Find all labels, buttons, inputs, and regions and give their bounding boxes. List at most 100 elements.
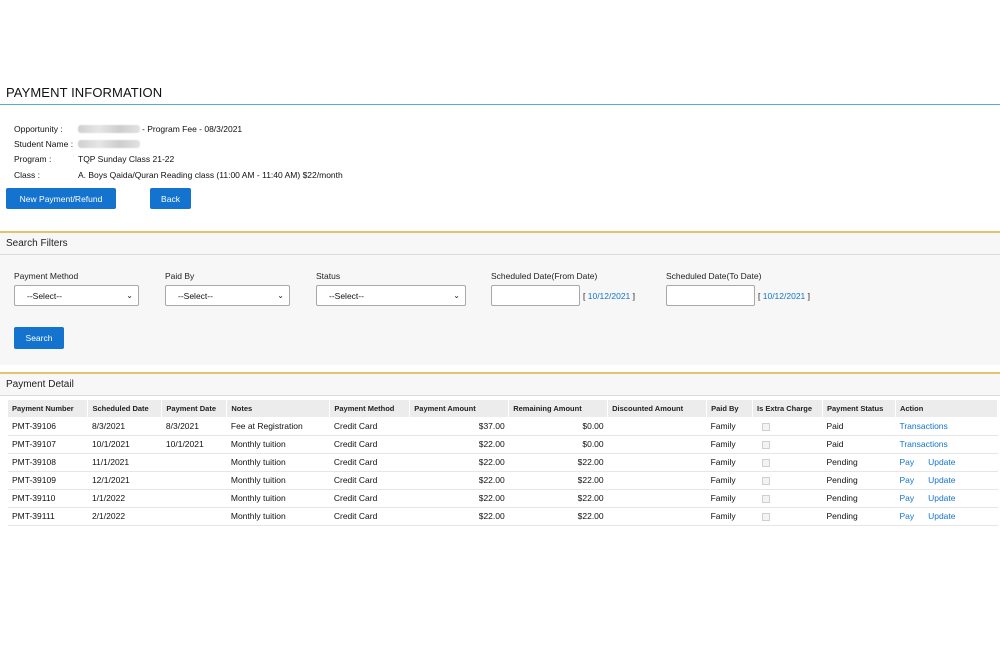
paid-by-select[interactable]: --Select-- ⌄ (165, 285, 290, 306)
redacted-text (78, 139, 140, 148)
paid-by-filter: Paid By --Select-- ⌄ (165, 271, 290, 306)
extra-charge-cell (752, 453, 823, 472)
table-row: PMT-39106 8/3/2021 8/3/2021 Fee at Registra… (8, 417, 998, 436)
column-header: Action (895, 400, 999, 417)
payment-number-cell: PMT-39110 (8, 489, 88, 508)
status-select[interactable]: --Select-- ⌄ (316, 285, 466, 306)
paid-by-cell: Family (706, 507, 753, 526)
to-date-input[interactable] (666, 285, 755, 306)
scheduled-date-cell: 11/1/2021 (87, 453, 162, 472)
payment-method-cell: Credit Card (329, 453, 410, 472)
notes-cell: Monthly tuition (226, 435, 330, 454)
column-header[interactable]: Payment Status (822, 400, 896, 417)
notes-cell: Fee at Registration (226, 417, 330, 436)
redacted-text (78, 124, 140, 133)
payment-date-cell: 8/3/2021 (161, 417, 227, 436)
paid-by-selected: --Select-- (178, 290, 213, 301)
class-label: Class : (14, 169, 40, 180)
transactions-link[interactable]: Transactions (899, 439, 947, 449)
notes-cell: Monthly tuition (226, 471, 330, 490)
extra-charge-checkbox (761, 476, 770, 485)
remaining-amount-cell: $0.00 (508, 417, 608, 436)
extra-charge-checkbox (761, 494, 770, 503)
remaining-amount-cell: $22.00 (508, 489, 608, 508)
from-date-link[interactable]: 10/12/2021 (588, 291, 631, 301)
pay-link[interactable]: Pay (899, 511, 914, 521)
status-selected: --Select-- (329, 290, 364, 301)
column-header[interactable]: Payment Method (329, 400, 411, 417)
paid-by-cell: Family (706, 435, 753, 454)
discounted-amount-cell (607, 489, 707, 508)
payment-number-cell: PMT-39108 (8, 453, 88, 472)
payment-method-label: Payment Method (14, 271, 79, 281)
discounted-amount-cell (607, 453, 707, 472)
table-header-row: Payment Number Scheduled Date Payment Da… (8, 400, 999, 417)
to-date-shortcut: [ 10/12/2021 ] (758, 290, 811, 301)
search-button[interactable]: Search (14, 327, 64, 349)
payment-number-cell: PMT-39107 (8, 435, 88, 454)
column-header[interactable]: Scheduled Date (87, 400, 163, 417)
program-value: TQP Sunday Class 21-22 (78, 154, 175, 165)
from-date-input[interactable] (491, 285, 580, 306)
payment-method-select[interactable]: --Select-- ⌄ (14, 285, 139, 306)
extra-charge-cell (752, 417, 823, 436)
column-header[interactable]: Notes (226, 400, 331, 417)
class-value: A. Boys Qaida/Quran Reading class (11:00… (78, 169, 343, 180)
extra-charge-checkbox (761, 512, 770, 521)
update-link[interactable]: Update (928, 475, 955, 485)
paid-by-cell: Family (706, 453, 753, 472)
pay-link[interactable]: Pay (899, 493, 914, 503)
update-link[interactable]: Update (928, 511, 955, 521)
from-date-shortcut: [ 10/12/2021 ] (583, 290, 636, 301)
payment-method-cell: Credit Card (329, 435, 410, 454)
extra-charge-checkbox (761, 422, 770, 431)
payment-amount-cell: $22.00 (409, 489, 509, 508)
discounted-amount-cell (607, 435, 707, 454)
payment-status-cell: Pending (822, 507, 896, 526)
to-date-link[interactable]: 10/12/2021 (763, 291, 806, 301)
column-header[interactable]: Is Extra Charge (752, 400, 823, 417)
column-header[interactable]: Paid By (706, 400, 754, 417)
opportunity-label: Opportunity : (14, 123, 63, 134)
remaining-amount-cell: $22.00 (508, 507, 608, 526)
payment-info-summary: Opportunity : - Program Fee - 08/3/2021 … (14, 121, 343, 182)
column-header[interactable]: Remaining Amount (508, 400, 609, 417)
to-date-label: Scheduled Date(To Date) (666, 271, 762, 281)
update-link[interactable]: Update (928, 493, 955, 503)
column-header[interactable]: Payment Number (8, 400, 89, 417)
scheduled-date-cell: 8/3/2021 (87, 417, 162, 436)
new-payment-refund-button[interactable]: New Payment/Refund (6, 188, 116, 209)
remaining-amount-cell: $22.00 (508, 453, 608, 472)
search-filters-title: Search Filters (0, 233, 1000, 255)
payment-number-cell: PMT-39111 (8, 507, 88, 526)
payment-status-cell: Pending (822, 471, 896, 490)
transactions-link[interactable]: Transactions (899, 421, 947, 431)
paid-by-label: Paid By (165, 271, 195, 281)
chevron-down-icon: ⌄ (453, 291, 460, 300)
scheduled-date-cell: 10/1/2021 (87, 435, 162, 454)
extra-charge-cell (752, 507, 823, 526)
payment-amount-cell: $22.00 (409, 507, 509, 526)
pay-link[interactable]: Pay (899, 475, 914, 485)
action-cell: Pay Update (895, 453, 998, 472)
action-cell: Pay Update (895, 489, 998, 508)
back-button[interactable]: Back (150, 188, 191, 209)
column-header[interactable]: Payment Date (161, 400, 228, 417)
payment-date-cell (161, 507, 227, 526)
extra-charge-checkbox (761, 440, 770, 449)
payment-status-cell: Paid (822, 417, 896, 436)
update-link[interactable]: Update (928, 457, 955, 467)
column-header[interactable]: Payment Amount (409, 400, 510, 417)
opportunity-row: Opportunity : - Program Fee - 08/3/2021 (14, 121, 343, 136)
payment-status-cell: Paid (822, 435, 896, 454)
payment-method-selected: --Select-- (27, 290, 62, 301)
from-date-label: Scheduled Date(From Date) (491, 271, 598, 281)
payment-method-cell: Credit Card (329, 417, 410, 436)
column-header[interactable]: Discounted Amount (607, 400, 708, 417)
action-cell: Pay Update (895, 471, 998, 490)
action-cell: Transactions (895, 435, 998, 454)
payment-method-filter: Payment Method --Select-- ⌄ (14, 271, 139, 306)
payment-number-cell: PMT-39109 (8, 471, 88, 490)
extra-charge-checkbox (761, 458, 770, 467)
pay-link[interactable]: Pay (899, 457, 914, 467)
